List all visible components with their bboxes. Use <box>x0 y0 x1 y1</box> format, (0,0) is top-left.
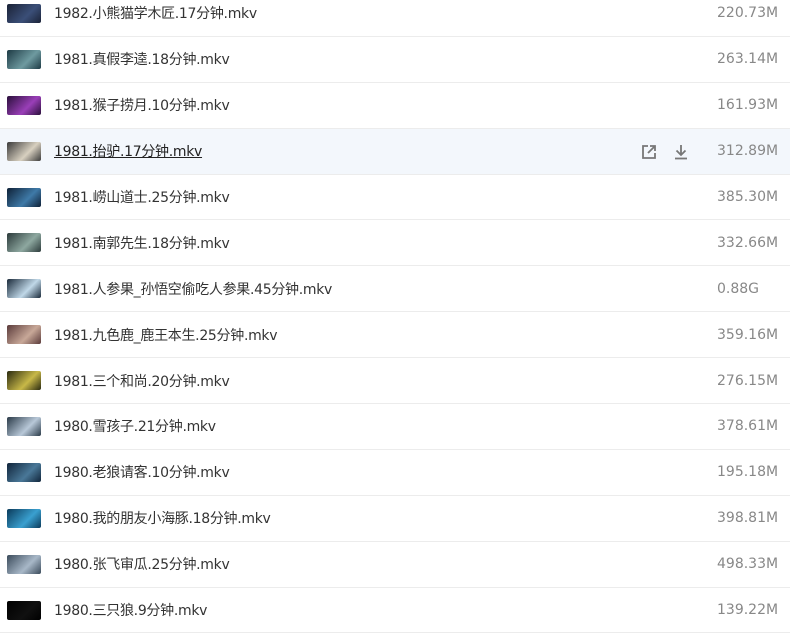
download-icon[interactable] <box>672 143 690 161</box>
file-size: 263.14M <box>717 51 779 68</box>
video-thumbnail[interactable] <box>7 187 41 207</box>
file-row[interactable]: 1980.我的朋友小海豚.18分钟.mkv 398.81M <box>0 496 790 542</box>
file-size: 161.93M <box>717 97 779 114</box>
file-row[interactable]: 1981.南郭先生.18分钟.mkv 332.66M <box>0 220 790 267</box>
file-name[interactable]: 1981.真假李逵.18分钟.mkv <box>54 49 230 69</box>
file-name[interactable]: 1980.我的朋友小海豚.18分钟.mkv <box>54 508 271 528</box>
file-size: 332.66M <box>717 234 779 251</box>
video-thumbnail[interactable] <box>7 279 41 299</box>
file-row[interactable]: 1981.真假李逵.18分钟.mkv 263.14M <box>0 37 790 83</box>
file-size: 385.30M <box>717 189 779 205</box>
video-thumbnail[interactable] <box>7 233 41 253</box>
file-row[interactable]: 1981.抬驴.17分钟.mkv 312.89M <box>0 128 790 175</box>
file-name[interactable]: 1981.人参果_孙悟空偷吃人参果.45分钟.mkv <box>54 279 332 299</box>
video-thumbnail[interactable] <box>7 95 41 115</box>
file-list: 1982.小熊猫学木匠.17分钟.mkv 220.73M 1981.真假李逵.18分… <box>0 0 790 633</box>
file-row[interactable]: 1980.三只狼.9分钟.mkv 139.22M <box>0 588 790 633</box>
file-size: 220.73M <box>717 5 779 22</box>
video-thumbnail[interactable] <box>7 141 41 161</box>
file-size: 139.22M <box>717 602 779 619</box>
file-size: 378.61M <box>717 418 779 435</box>
file-row[interactable]: 1981.九色鹿_鹿王本生.25分钟.mkv 359.16M <box>0 312 790 359</box>
file-row[interactable]: 1981.崂山道士.25分钟.mkv 385.30M <box>0 175 790 221</box>
file-row[interactable]: 1981.三个和尚.20分钟.mkv 276.15M <box>0 358 790 405</box>
file-size: 0.88G <box>717 280 760 297</box>
video-thumbnail[interactable] <box>7 554 41 574</box>
file-name[interactable]: 1981.九色鹿_鹿王本生.25分钟.mkv <box>54 325 278 345</box>
file-name[interactable]: 1981.崂山道士.25分钟.mkv <box>54 187 230 207</box>
file-row[interactable]: 1981.人参果_孙悟空偷吃人参果.45分钟.mkv 0.88G <box>0 266 790 313</box>
file-size: 498.33M <box>717 556 779 573</box>
file-name[interactable]: 1980.张飞审瓜.25分钟.mkv <box>54 554 230 574</box>
file-row[interactable]: 1980.张飞审瓜.25分钟.mkv 498.33M <box>0 542 790 588</box>
video-thumbnail[interactable] <box>7 508 41 528</box>
video-thumbnail[interactable] <box>7 416 41 436</box>
file-name[interactable]: 1980.三只狼.9分钟.mkv <box>54 600 207 620</box>
row-actions <box>640 143 690 161</box>
file-row[interactable]: 1980.老狼请客.10分钟.mkv 195.18M <box>0 450 790 496</box>
open-external-icon[interactable] <box>640 143 658 161</box>
file-size: 359.16M <box>717 326 779 343</box>
video-thumbnail[interactable] <box>7 462 41 482</box>
video-thumbnail[interactable] <box>7 600 41 620</box>
file-name[interactable]: 1980.雪孩子.21分钟.mkv <box>54 416 216 436</box>
file-size: 195.18M <box>717 464 779 481</box>
video-thumbnail[interactable] <box>7 49 41 69</box>
file-name[interactable]: 1981.三个和尚.20分钟.mkv <box>54 371 230 391</box>
file-name[interactable]: 1981.猴子捞月.10分钟.mkv <box>54 95 230 115</box>
video-thumbnail[interactable] <box>7 371 41 391</box>
video-thumbnail[interactable] <box>7 325 41 345</box>
file-row[interactable]: 1981.猴子捞月.10分钟.mkv 161.93M <box>0 83 790 129</box>
file-name[interactable]: 1981.抬驴.17分钟.mkv <box>54 141 202 161</box>
file-size: 312.89M <box>717 143 779 160</box>
file-row[interactable]: 1982.小熊猫学木匠.17分钟.mkv 220.73M <box>0 0 790 37</box>
file-name[interactable]: 1980.老狼请客.10分钟.mkv <box>54 462 230 482</box>
video-thumbnail[interactable] <box>7 3 41 23</box>
file-name[interactable]: 1981.南郭先生.18分钟.mkv <box>54 233 230 253</box>
file-size: 276.15M <box>717 372 779 389</box>
file-row[interactable]: 1980.雪孩子.21分钟.mkv 378.61M <box>0 404 790 450</box>
file-size: 398.81M <box>717 510 779 527</box>
file-name[interactable]: 1982.小熊猫学木匠.17分钟.mkv <box>54 3 257 23</box>
